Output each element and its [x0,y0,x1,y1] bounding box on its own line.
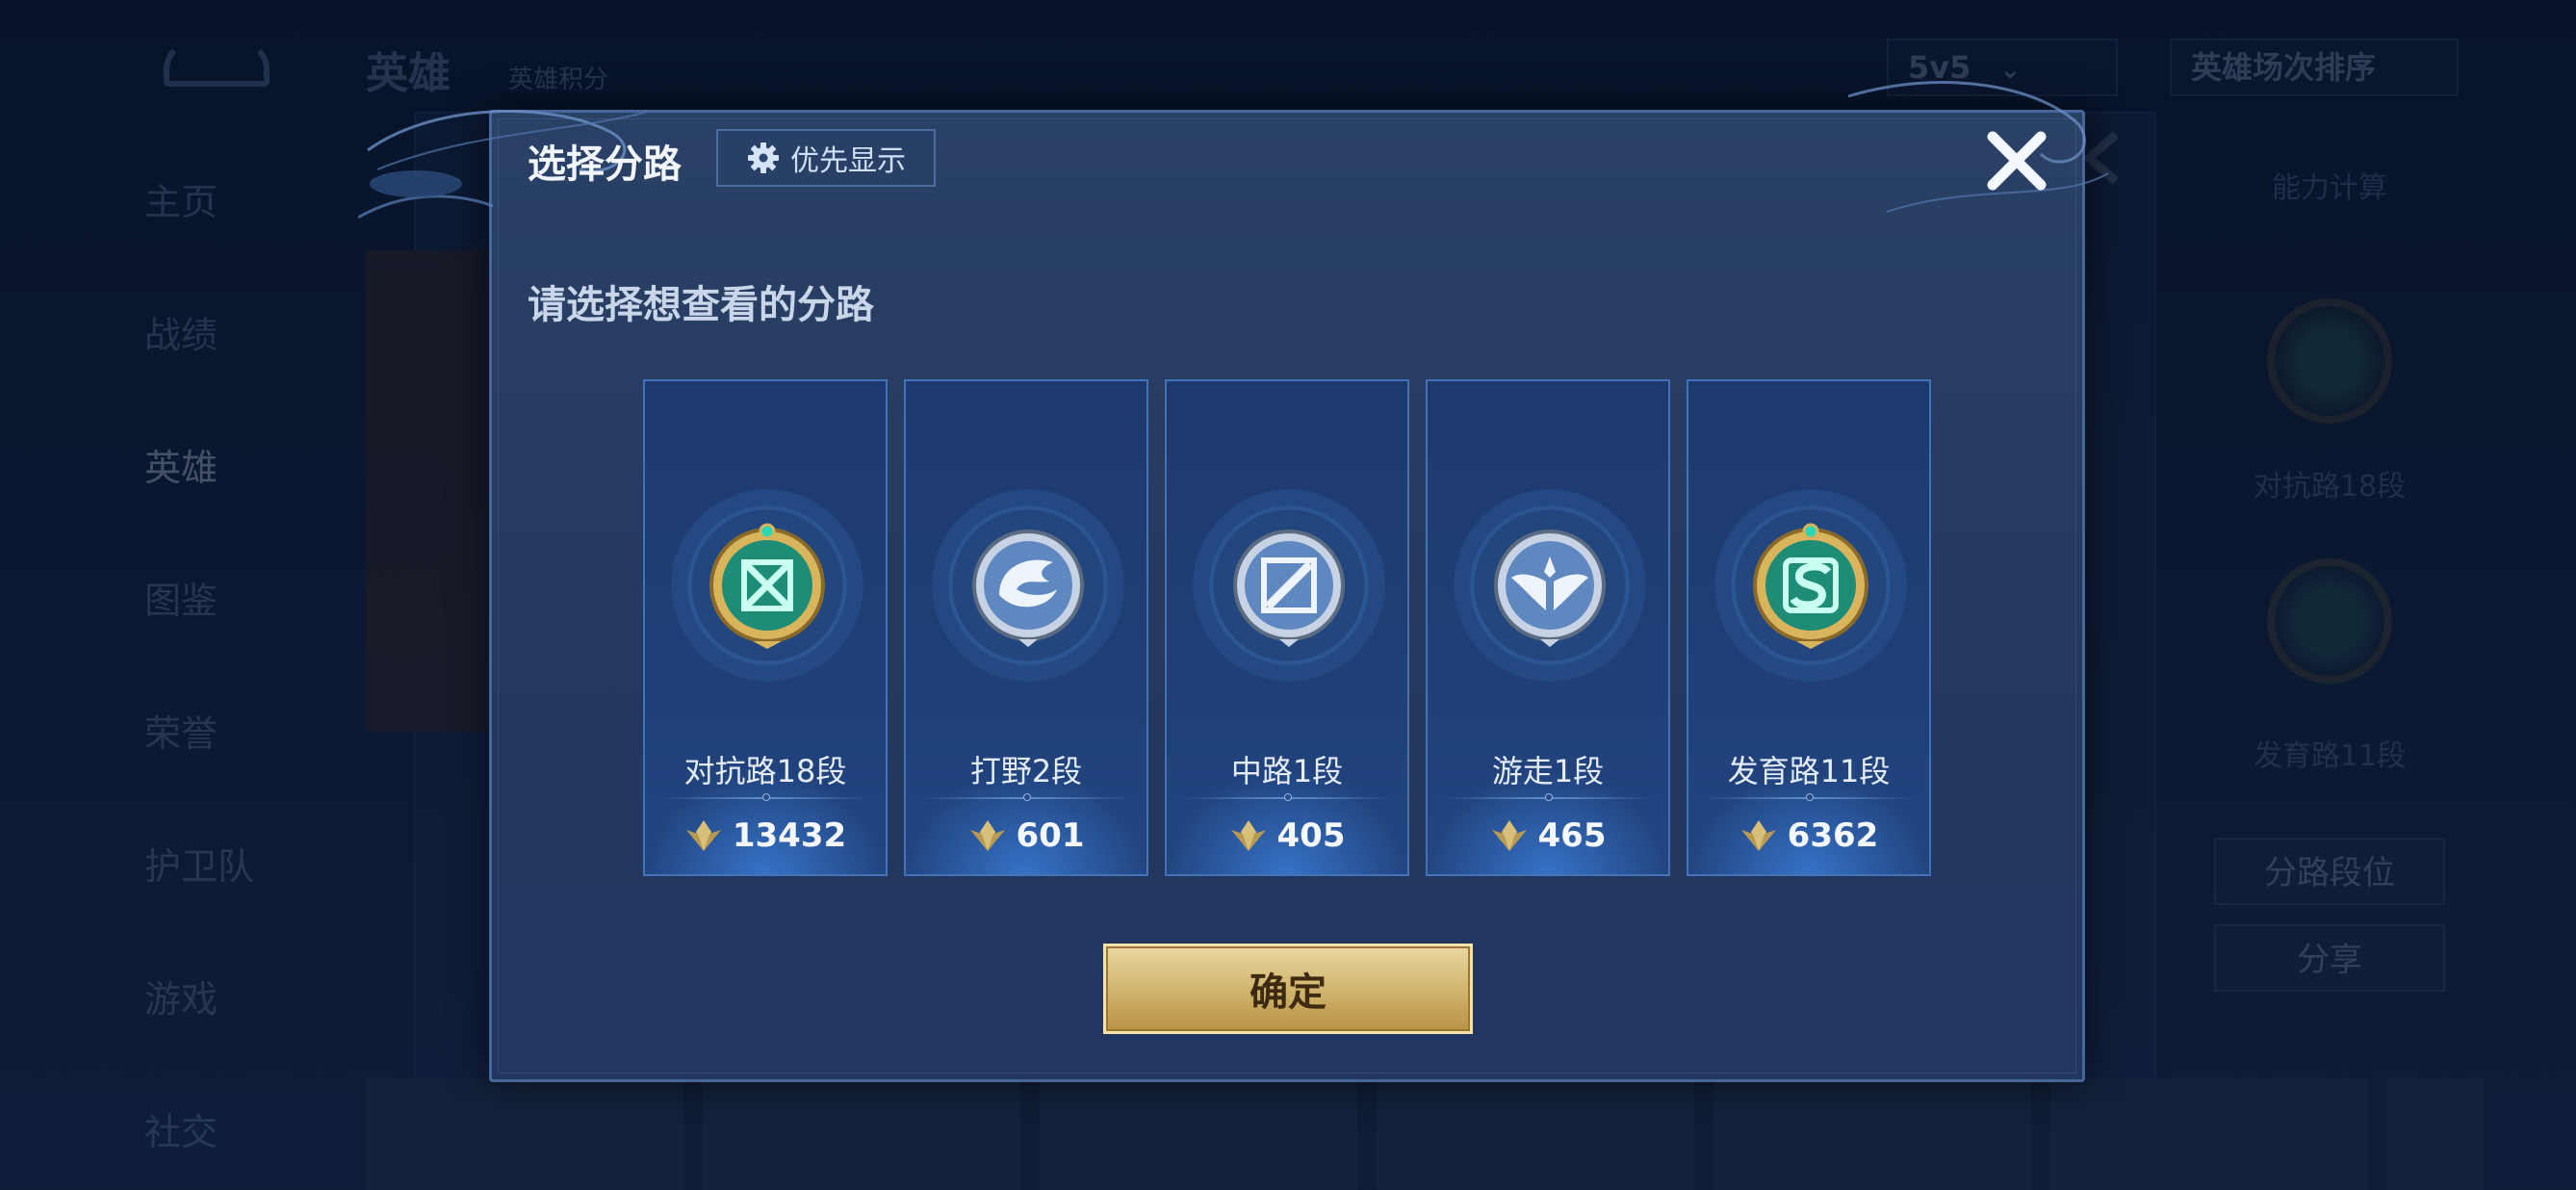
score-value: 6362 [1787,816,1879,855]
priority-display-button[interactable]: 优先显示 [716,129,936,187]
score-value: 601 [1016,816,1085,855]
lane-score: 465 [1428,816,1668,855]
lane-card-roam[interactable]: 游走1段 465 [1426,379,1670,876]
lane-score: 601 [906,816,1146,855]
divider-dot [1023,793,1031,801]
confirm-button[interactable]: 确定 [1103,944,1473,1034]
lane-score: 13432 [645,816,886,855]
farm-lane-emblem-icon [1753,523,1868,649]
lane-name: 对抗路18段 [683,753,847,789]
priority-display-label: 优先显示 [790,144,906,178]
dialog-subtitle: 请选择想查看的分路 [528,283,874,327]
lane-card-jungle[interactable]: 打野2段 601 [904,379,1148,876]
dialog-title: 选择分路 [528,142,682,187]
lane-name: 中路1段 [1230,753,1344,789]
lane-score: 405 [1167,816,1407,855]
score-value: 405 [1276,816,1346,855]
score-icon [685,820,721,851]
lane-name: 打野2段 [969,753,1083,789]
divider-dot [1545,793,1553,801]
lane-card-clash[interactable]: 对抗路18段 13432 [643,379,888,876]
lane-score: 6362 [1688,816,1929,855]
jungle-dragon-emblem-icon [972,530,1084,647]
divider-dot [762,793,770,801]
close-icon[interactable] [1981,125,2052,196]
divider-dot [1806,793,1814,801]
lane-name: 游走1段 [1491,753,1605,789]
score-icon [969,820,1005,851]
divider-dot [1284,793,1292,801]
gear-icon [748,142,779,173]
score-icon [1230,820,1266,851]
lane-card-mid[interactable]: 中路1段 405 [1165,379,1409,876]
score-icon [1740,820,1776,851]
lane-name: 发育路11段 [1727,753,1891,789]
roam-wings-emblem-icon [1494,530,1606,647]
mid-lane-emblem-icon [1233,530,1345,647]
score-value: 13432 [732,816,847,855]
clash-lane-emblem-icon [709,523,825,649]
score-value: 465 [1537,816,1607,855]
lane-card-farm[interactable]: 发育路11段 6362 [1687,379,1931,876]
score-icon [1491,820,1527,851]
lane-card-list: 对抗路18段 13432 打野2段 601 中路1段 405 游走1段 465 … [643,379,1933,876]
